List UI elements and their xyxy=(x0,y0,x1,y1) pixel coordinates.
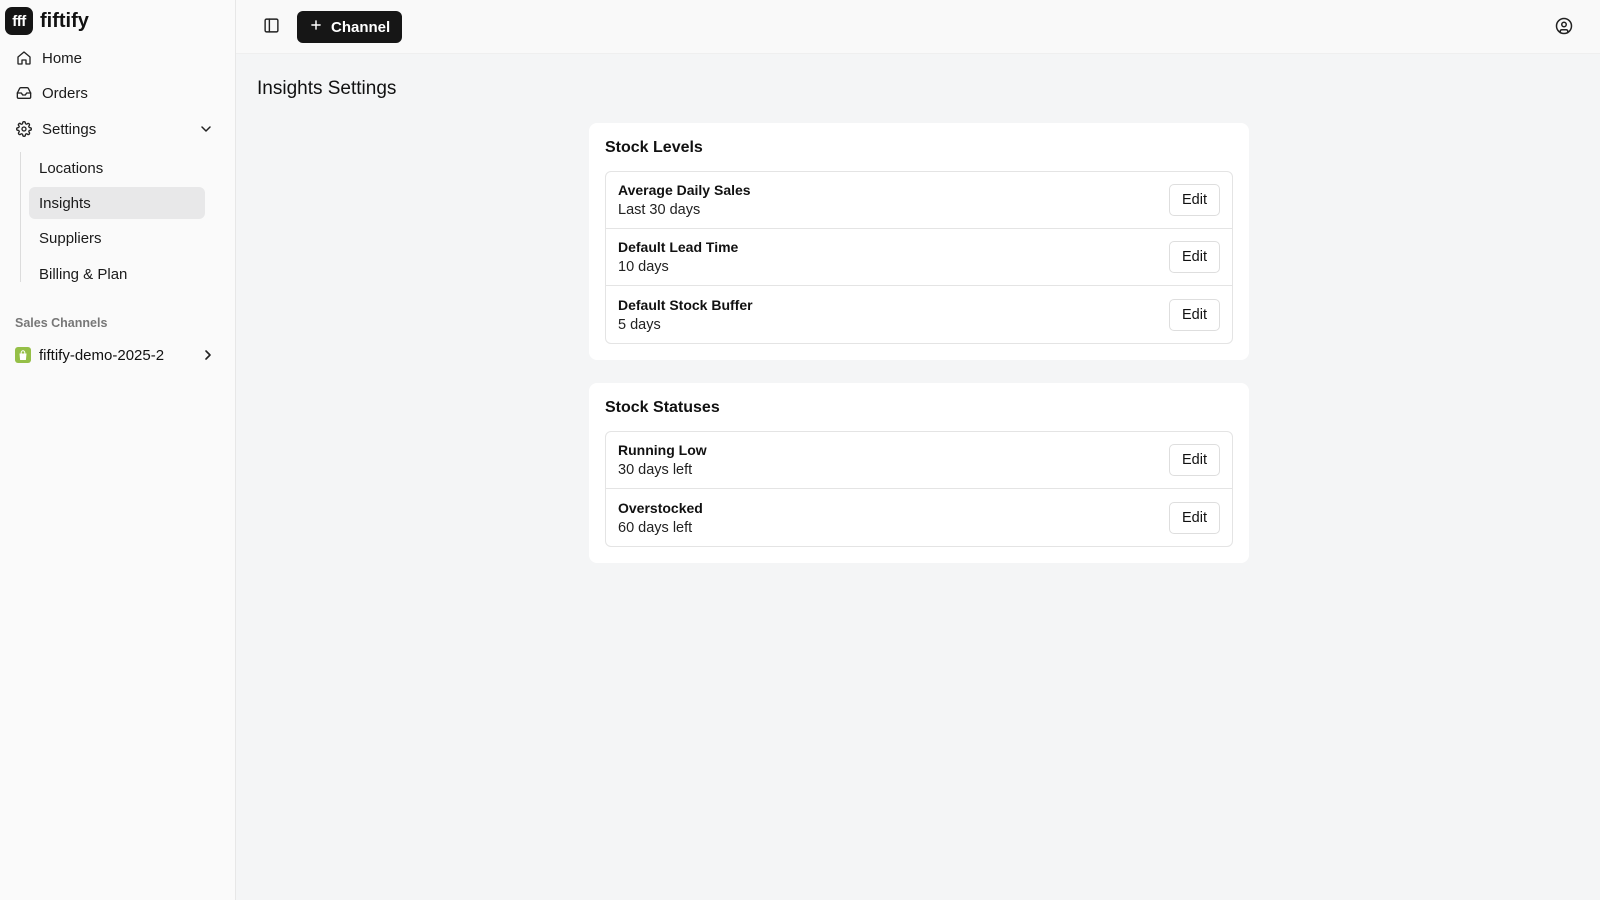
sidebar-item-billing[interactable]: Billing & Plan xyxy=(29,258,205,290)
sidebar-item-label: Suppliers xyxy=(39,229,102,247)
setting-text: Average Daily Sales Last 30 days xyxy=(618,182,751,218)
add-channel-label: Channel xyxy=(331,18,391,36)
sidebar-item-settings[interactable]: Settings xyxy=(10,114,222,144)
settings-list: Average Daily Sales Last 30 days Edit De… xyxy=(605,171,1233,344)
setting-row-running-low: Running Low 30 days left Edit xyxy=(606,432,1232,489)
home-icon xyxy=(15,49,33,67)
sidebar-item-label: Billing & Plan xyxy=(39,265,128,283)
chevron-right-icon[interactable] xyxy=(200,347,216,363)
settings-list: Running Low 30 days left Edit Overstocke… xyxy=(605,431,1233,547)
page-title: Insights Settings xyxy=(257,78,397,99)
plus-icon xyxy=(309,18,323,36)
setting-value: 30 days left xyxy=(618,462,693,478)
sidebar-item-label: Insights xyxy=(39,194,91,212)
sidebar-item-label: Settings xyxy=(42,120,97,138)
sidebar-item-orders[interactable]: Orders xyxy=(10,78,222,108)
edit-button[interactable]: Edit xyxy=(1169,298,1220,331)
setting-value: 60 days left xyxy=(618,519,693,536)
inbox-icon xyxy=(15,84,33,102)
setting-value: 5 days xyxy=(618,316,661,333)
edit-button[interactable]: Edit xyxy=(1169,444,1220,476)
chevron-down-icon[interactable] xyxy=(198,121,214,137)
user-circle-icon xyxy=(1555,17,1573,38)
sales-channels-label: Sales Channels xyxy=(15,316,108,330)
stock-levels-card: Stock Levels Average Daily Sales Last 30… xyxy=(589,123,1249,360)
setting-label: Running Low xyxy=(618,442,707,458)
brand-logo: fff xyxy=(5,7,33,35)
sidebar-item-label: Home xyxy=(42,49,83,67)
edit-button[interactable]: Edit xyxy=(1169,501,1220,534)
setting-label: Average Daily Sales xyxy=(618,182,751,198)
setting-text: Overstocked 60 days left xyxy=(618,500,703,536)
setting-row-default-lead-time: Default Lead Time 10 days Edit xyxy=(606,229,1232,286)
gear-icon xyxy=(15,120,33,138)
setting-label: Overstocked xyxy=(618,499,703,516)
sidebar-item-channel[interactable]: fiftify-demo-2025-2 xyxy=(10,340,222,370)
user-menu-button[interactable] xyxy=(1554,17,1574,37)
card-title: Stock Levels xyxy=(605,139,703,156)
sidebar-item-suppliers[interactable]: Suppliers xyxy=(29,222,205,254)
sidebar: fff fiftify Home Orders Settings Locatio… xyxy=(0,0,236,900)
main-area: Channel Insights Settings Stock Levels A… xyxy=(236,0,1600,900)
stock-statuses-card: Stock Statuses Running Low 30 days left … xyxy=(589,383,1249,563)
sidebar-item-insights[interactable]: Insights xyxy=(29,187,205,219)
sidebar-item-label: Locations xyxy=(39,159,104,177)
channel-label: fiftify-demo-2025-2 xyxy=(39,346,165,364)
edit-button[interactable]: Edit xyxy=(1169,184,1220,216)
setting-label: Default Lead Time xyxy=(618,239,739,255)
brand-name: fiftify xyxy=(40,9,89,32)
sidebar-item-label: Orders xyxy=(42,84,88,102)
setting-text: Default Lead Time 10 days xyxy=(618,239,738,275)
sidebar-toggle-button[interactable] xyxy=(260,16,282,38)
setting-row-average-daily-sales: Average Daily Sales Last 30 days Edit xyxy=(606,172,1232,229)
add-channel-button[interactable]: Channel xyxy=(297,11,403,43)
setting-value: 10 days xyxy=(618,259,669,275)
setting-text: Running Low 30 days left xyxy=(618,442,707,478)
edit-button[interactable]: Edit xyxy=(1169,241,1220,273)
setting-value: Last 30 days xyxy=(618,202,701,218)
settings-subnav: Locations Insights Suppliers Billing & P… xyxy=(20,152,210,283)
setting-label: Default Stock Buffer xyxy=(618,296,753,313)
app-root: fff fiftify Home Orders Settings Locatio… xyxy=(0,0,1600,900)
shopify-bag-icon xyxy=(15,347,31,363)
topbar: Channel xyxy=(236,0,1600,54)
sidebar-item-home[interactable]: Home xyxy=(10,43,222,73)
card-title: Stock Statuses xyxy=(605,399,720,416)
sidebar-item-locations[interactable]: Locations xyxy=(29,152,205,184)
setting-row-default-stock-buffer: Default Stock Buffer 5 days Edit xyxy=(606,286,1232,343)
setting-row-overstocked: Overstocked 60 days left Edit xyxy=(606,489,1232,546)
brand[interactable]: fff fiftify xyxy=(5,7,89,35)
setting-text: Default Stock Buffer 5 days xyxy=(618,297,753,333)
sidebar-toggle-icon xyxy=(263,17,280,37)
